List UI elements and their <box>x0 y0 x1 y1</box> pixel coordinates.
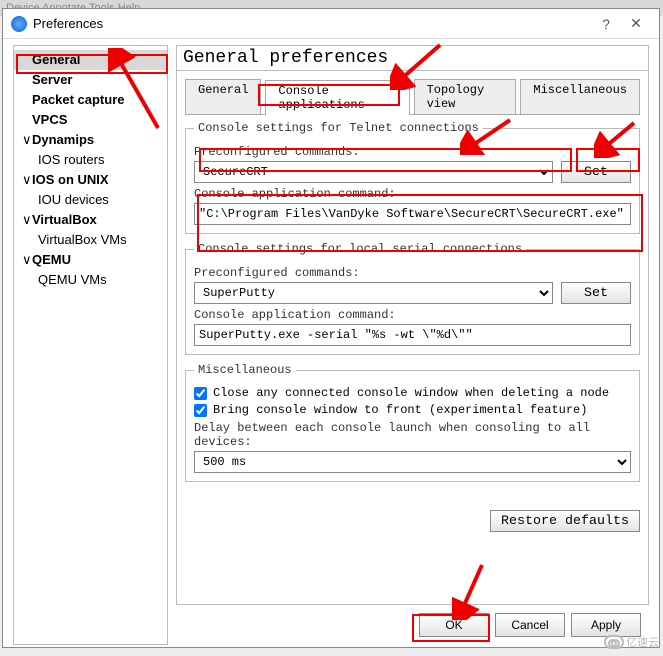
sidebar-item[interactable]: ∨QEMU <box>14 250 167 270</box>
cancel-button[interactable]: Cancel <box>495 613 565 637</box>
tab[interactable]: Console applications <box>265 80 409 115</box>
dialog-buttons: OK Cancel Apply <box>176 605 649 645</box>
watermark: 亿速云 <box>604 634 659 650</box>
tab[interactable]: General <box>185 79 261 114</box>
sidebar-item[interactable]: VirtualBox VMs <box>14 230 167 250</box>
preferences-window: Preferences ? ✕ GeneralServerPacket capt… <box>2 8 660 648</box>
delay-label: Delay between each console launch when c… <box>194 421 631 449</box>
serial-cmd-label: Console application command: <box>194 308 631 322</box>
misc-group: Miscellaneous Close any connected consol… <box>185 363 640 482</box>
telnet-cmd-input[interactable] <box>194 203 631 225</box>
close-window-checkbox[interactable]: Close any connected console window when … <box>194 386 631 400</box>
ok-button[interactable]: OK <box>419 613 489 637</box>
telnet-pre-select[interactable]: SecureCRT <box>194 161 553 183</box>
serial-pre-label: Preconfigured commands: <box>194 266 631 280</box>
telnet-pre-label: Preconfigured commands: <box>194 145 631 159</box>
tab[interactable]: Miscellaneous <box>520 79 640 114</box>
serial-legend: Console settings for local serial connec… <box>194 242 526 256</box>
page-title: General preferences <box>176 45 649 70</box>
bring-front-label: Bring console window to front (experimen… <box>213 403 587 417</box>
delay-select[interactable]: 500 ms <box>194 451 631 473</box>
bring-front-checkbox[interactable]: Bring console window to front (experimen… <box>194 403 631 417</box>
tabs: GeneralConsole applicationsTopology view… <box>185 79 640 115</box>
misc-legend: Miscellaneous <box>194 363 296 377</box>
serial-pre-select[interactable]: SuperPutty <box>194 282 553 304</box>
category-sidebar: GeneralServerPacket captureVPCS∨Dynamips… <box>13 45 168 645</box>
sidebar-item[interactable]: Packet capture <box>14 90 167 110</box>
telnet-legend: Console settings for Telnet connections <box>194 121 483 135</box>
sidebar-item[interactable]: IOU devices <box>14 190 167 210</box>
sidebar-item[interactable]: General <box>14 50 167 70</box>
app-icon <box>11 16 27 32</box>
titlebar: Preferences ? ✕ <box>3 9 659 39</box>
serial-cmd-input[interactable] <box>194 324 631 346</box>
sidebar-item[interactable]: IOS routers <box>14 150 167 170</box>
settings-panel: GeneralConsole applicationsTopology view… <box>176 70 649 605</box>
sidebar-item[interactable]: VPCS <box>14 110 167 130</box>
bring-front-check[interactable] <box>194 404 207 417</box>
serial-set-button[interactable]: Set <box>561 282 631 304</box>
telnet-set-button[interactable]: Set <box>561 161 631 183</box>
sidebar-item[interactable]: ∨Dynamips <box>14 130 167 150</box>
window-title: Preferences <box>33 16 591 31</box>
restore-defaults-button[interactable]: Restore defaults <box>490 510 640 532</box>
sidebar-item[interactable]: ∨IOS on UNIX <box>14 170 167 190</box>
sidebar-item[interactable]: Server <box>14 70 167 90</box>
close-window-label: Close any connected console window when … <box>213 386 609 400</box>
close-window-check[interactable] <box>194 387 207 400</box>
sidebar-item[interactable]: QEMU VMs <box>14 270 167 290</box>
close-button[interactable]: ✕ <box>621 15 651 32</box>
tab[interactable]: Topology view <box>414 79 517 114</box>
serial-group: Console settings for local serial connec… <box>185 242 640 355</box>
telnet-cmd-label: Console application command: <box>194 187 631 201</box>
sidebar-item[interactable]: ∨VirtualBox <box>14 210 167 230</box>
telnet-group: Console settings for Telnet connections … <box>185 121 640 234</box>
help-button[interactable]: ? <box>591 16 621 32</box>
